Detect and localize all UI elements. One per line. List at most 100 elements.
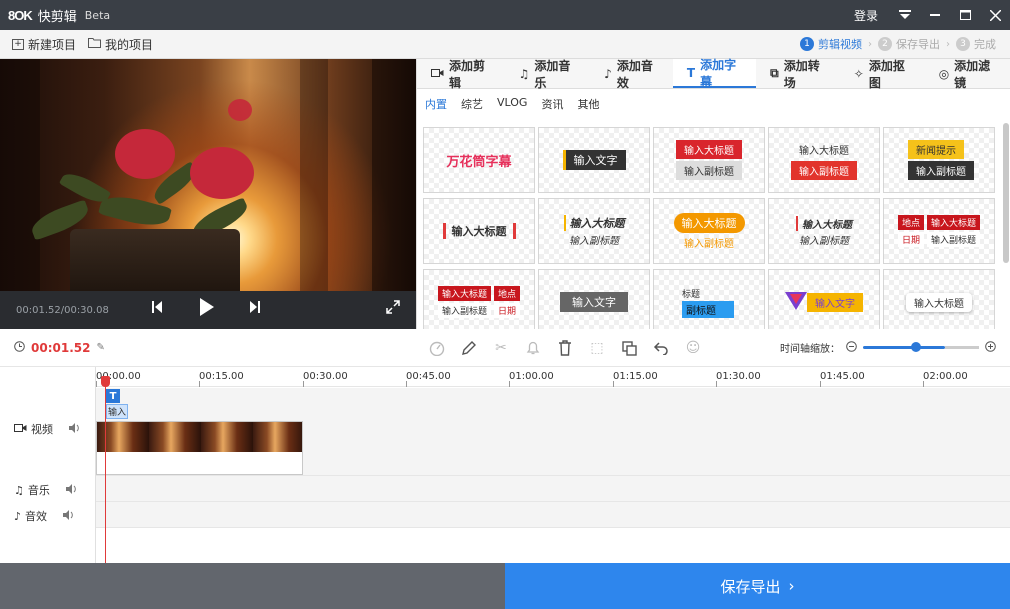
subtitle-template-card[interactable]: 输入文字 <box>538 269 650 329</box>
dropdown-menu-icon[interactable] <box>890 0 920 30</box>
tab-add-subtitle[interactable]: T 添加字幕 <box>672 58 757 89</box>
subtitle-template-card[interactable]: 输入文字 <box>538 127 650 193</box>
timeline-ruler[interactable]: 00:00.00 00:15.00 00:30.00 00:45.00 01:0… <box>96 367 1010 387</box>
category-news[interactable]: 资讯 <box>541 96 563 121</box>
category-builtin[interactable]: 内置 <box>425 96 447 121</box>
subtitle-template-card[interactable]: 输入大标题 输入副标题 <box>768 198 880 264</box>
sfx-track-lane[interactable] <box>96 502 1010 528</box>
clock-icon <box>14 340 25 355</box>
category-variety[interactable]: 综艺 <box>461 96 483 121</box>
zoom-out-icon[interactable] <box>846 340 857 355</box>
subtitle-template-card[interactable]: 输入文字 <box>768 269 880 329</box>
close-icon[interactable] <box>980 0 1010 30</box>
tab-add-music[interactable]: ♫ 添加音乐 <box>505 58 591 90</box>
subtitle-template-card[interactable]: 输入大标题 输入副标题 <box>653 198 765 264</box>
speed-icon[interactable] <box>428 339 446 357</box>
undo-icon[interactable] <box>652 339 670 357</box>
tab-label: 添加抠图 <box>868 58 905 90</box>
tab-add-matting[interactable]: ✧ 添加抠图 <box>840 58 925 90</box>
music-note-icon: ♫ <box>14 483 24 497</box>
tab-add-transition[interactable]: ⧉ 添加转场 <box>756 58 840 90</box>
subtitle-template-card[interactable]: 万花筒字幕 <box>423 127 535 193</box>
subtitle-template-card[interactable]: 地点 输入大标题 日期 输入副标题 <box>883 198 995 264</box>
export-button[interactable]: 保存导出 › <box>505 563 1010 609</box>
subtitle-template-card[interactable]: 输入大标题 <box>423 198 535 264</box>
tab-add-sfx[interactable]: ♪ 添加音效 <box>590 59 673 90</box>
tab-label: 添加转场 <box>783 58 820 90</box>
subtitle-marker-icon[interactable]: T <box>106 389 120 403</box>
scissors-icon[interactable]: ✂ <box>492 339 510 357</box>
copy-icon[interactable] <box>620 339 638 357</box>
playhead-handle[interactable] <box>101 376 110 387</box>
template-text: 副标题 <box>682 300 734 318</box>
bell-icon[interactable] <box>524 339 542 357</box>
track-label-sfx: ♪ 音效 <box>0 508 96 524</box>
video-clip[interactable] <box>96 421 303 475</box>
next-frame-icon[interactable] <box>250 301 260 313</box>
delete-icon[interactable] <box>556 339 574 357</box>
tab-add-filter[interactable]: ◎ 添加滤镜 <box>925 59 1010 90</box>
volume-icon[interactable] <box>65 483 78 497</box>
subtitle-template-card[interactable]: 新闻提示 输入副标题 <box>883 127 995 193</box>
music-note-icon: ♫ <box>518 66 530 81</box>
subtitle-template-card[interactable]: 输入大标题 <box>883 269 995 329</box>
template-grid-scrollbar[interactable] <box>1003 123 1009 263</box>
folder-icon <box>88 37 102 51</box>
new-project-button[interactable]: + 新建项目 <box>0 36 76 53</box>
new-project-label: 新建项目 <box>28 37 77 52</box>
ruler-tick: 01:30.00 <box>716 371 761 382</box>
title-bar: 8OK 快剪辑 Beta 登录 <box>0 0 1010 30</box>
ruler-tick: 01:45.00 <box>820 371 865 382</box>
edit-tools: ✂ ⬚ ☺ <box>428 339 702 357</box>
zoom-in-icon[interactable] <box>985 340 996 355</box>
volume-icon[interactable] <box>63 509 75 523</box>
tab-label: 添加剪辑 <box>449 58 486 90</box>
template-text: 输入大标题 <box>437 286 491 301</box>
ruler-tick: 02:00.00 <box>923 371 968 382</box>
template-text: 标题 <box>682 289 701 300</box>
my-projects-button[interactable]: 我的项目 <box>76 36 153 53</box>
step-export: 2 保存导出 <box>878 36 940 52</box>
video-camera-icon <box>431 67 444 81</box>
subtitle-template-card[interactable]: 输入大标题 输入副标题 <box>768 127 880 193</box>
music-track-lane[interactable] <box>96 476 1010 502</box>
my-projects-label: 我的项目 <box>105 37 154 52</box>
tab-label: 添加音乐 <box>534 58 571 90</box>
tab-add-clip[interactable]: 添加剪辑 <box>417 58 505 90</box>
subtitle-template-card[interactable]: 标题 副标题 <box>653 269 765 329</box>
emoji-icon[interactable]: ☺ <box>684 339 702 357</box>
previous-frame-icon[interactable] <box>152 301 162 313</box>
category-vlog[interactable]: VLOG <box>497 96 527 121</box>
subtitle-template-card[interactable]: 输入大标题 输入副标题 <box>538 198 650 264</box>
zoom-slider[interactable] <box>863 342 945 352</box>
track-labels: 视频 ♫ 音乐 ♪ 音效 <box>0 367 96 563</box>
timeline-zoom: 时间轴缩放： <box>780 340 996 355</box>
ruler-tick: 01:00.00 <box>509 371 554 382</box>
subtitle-categories: 内置 综艺 VLOG 资讯 其他 <box>417 89 1010 121</box>
minimize-icon[interactable] <box>920 0 950 30</box>
play-icon[interactable] <box>200 298 214 316</box>
template-text: 输入大标题 <box>676 140 742 159</box>
template-text: 输入大标题 <box>799 146 849 157</box>
subtitle-clip[interactable]: 输入 <box>106 404 128 419</box>
maximize-icon[interactable] <box>950 0 980 30</box>
edit-timecode-icon[interactable]: ✎ <box>96 342 104 353</box>
template-text: 输入大标题 <box>927 215 981 230</box>
playback-controls: 00:01.52/00:30.08 <box>0 291 416 329</box>
ruler-tick: 00:30.00 <box>303 371 348 382</box>
template-text: 日期 <box>897 232 924 247</box>
subtitle-template-card[interactable]: 输入大标题 输入副标题 <box>653 127 765 193</box>
category-other[interactable]: 其他 <box>577 96 599 121</box>
subtitle-template-card[interactable]: 输入大标题 地点 输入副标题 日期 <box>423 269 535 329</box>
subtitle-template-grid: 万花筒字幕 输入文字 输入大标题 输入副标题 输入大标题 输入副标题 新闻提示 … <box>423 127 997 329</box>
fullscreen-icon[interactable] <box>386 300 400 314</box>
ruler-tick: 00:45.00 <box>406 371 451 382</box>
zoom-label: 时间轴缩放： <box>780 344 840 355</box>
login-button[interactable]: 登录 <box>842 7 890 24</box>
transition-icon: ⧉ <box>770 66 779 80</box>
crop-icon[interactable]: ⬚ <box>588 339 606 357</box>
template-text: 输入副标题 <box>676 161 742 180</box>
step-label: 保存导出 <box>896 38 940 51</box>
volume-icon[interactable] <box>69 422 81 436</box>
edit-pencil-icon[interactable] <box>460 339 478 357</box>
